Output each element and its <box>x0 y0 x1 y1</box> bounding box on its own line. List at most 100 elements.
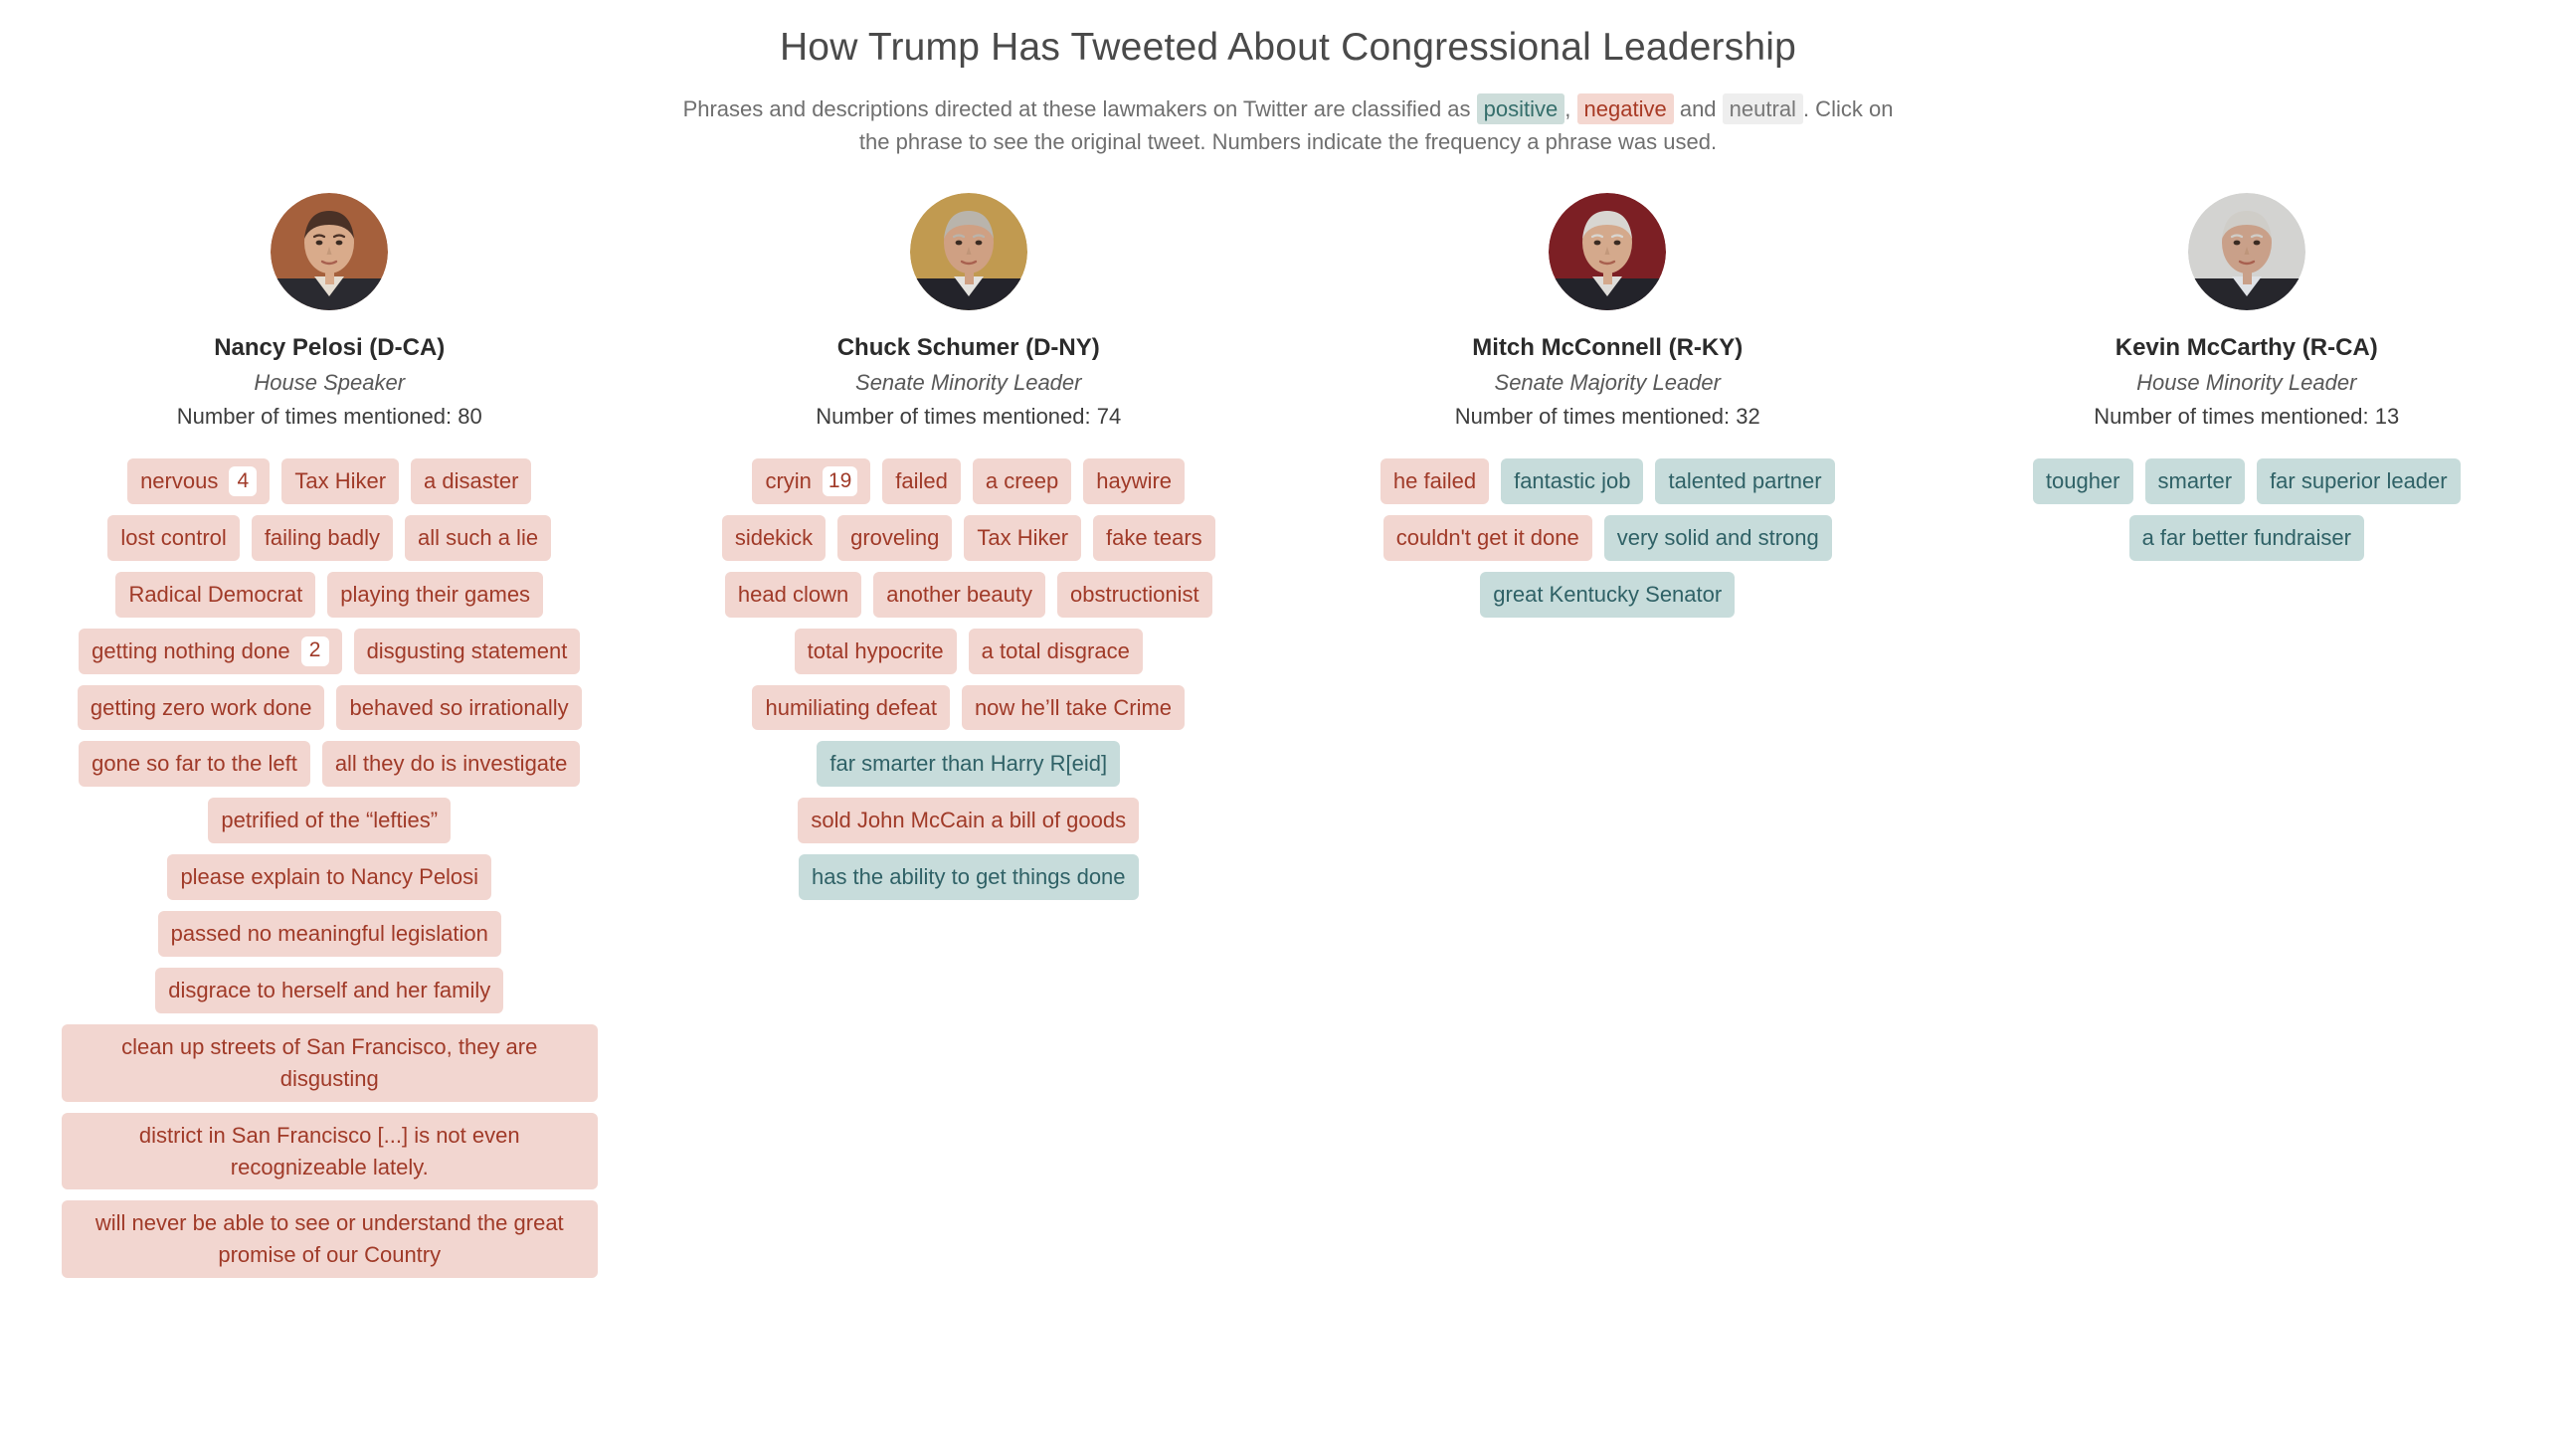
phrase-tag-label: a total disgrace <box>981 637 1130 663</box>
phrase-tag-label: tougher <box>2045 468 2120 493</box>
phrase-tag[interactable]: obstructionist <box>1056 571 1212 618</box>
phrase-tag-label: fake tears <box>1106 524 1202 550</box>
lawmaker-column: Mitch McConnell (R-KY) Senate Majority Le… <box>1288 192 1928 618</box>
phrase-tag[interactable]: fake tears <box>1093 514 1215 561</box>
legend-chip-negative[interactable]: negative <box>1576 92 1674 125</box>
subtitle-conjunction: and <box>1679 95 1717 121</box>
phrase-tag[interactable]: he failed <box>1380 458 1490 504</box>
phrase-tag[interactable]: smarter <box>2144 458 2246 504</box>
phrase-tag-label: very solid and strong <box>1616 524 1819 550</box>
phrase-tag[interactable]: failing badly <box>251 514 393 561</box>
phrase-tag-label: Tax Hiker <box>294 468 387 493</box>
phrase-tag[interactable]: cryin 19 <box>752 458 871 504</box>
phrase-tag[interactable]: sold John McCain a bill of goods <box>798 798 1140 844</box>
lawmaker-name: Nancy Pelosi (D-CA) <box>214 333 446 361</box>
phrase-tag[interactable]: a disaster <box>411 458 532 504</box>
phrase-tag-label: head clown <box>737 581 849 607</box>
phrase-tag[interactable]: very solid and strong <box>1603 514 1832 561</box>
phrase-tag[interactable]: fantastic job <box>1501 458 1644 504</box>
phrase-tag-label: groveling <box>850 524 940 550</box>
phrase-tag[interactable]: disgrace to herself and her family <box>155 968 504 1013</box>
phrase-tag-label: a disaster <box>424 468 519 493</box>
lawmaker-name: Kevin McCarthy (R-CA) <box>2115 333 2378 361</box>
phrase-tag[interactable]: all they do is investigate <box>321 741 581 788</box>
phrase-tag[interactable]: has the ability to get things done <box>798 854 1139 901</box>
legend-chip-neutral[interactable]: neutral <box>1722 92 1803 125</box>
phrase-tag[interactable]: far superior leader <box>2257 458 2461 504</box>
phrase-tag-label: sidekick <box>734 524 814 550</box>
phrase-tag[interactable]: petrified of the “lefties” <box>208 798 452 844</box>
phrase-tag[interactable]: couldn't get it done <box>1382 514 1592 561</box>
phrase-tag-list: nervous 4 Tax Hiker a disaster lost control f… <box>10 458 649 1279</box>
phrase-tag[interactable]: a creep <box>972 458 1072 504</box>
phrase-tag[interactable]: haywire <box>1083 458 1186 504</box>
phrase-tag[interactable]: far smarter than Harry R[eid] <box>817 741 1121 788</box>
lawmaker-name: Chuck Schumer (D-NY) <box>836 333 1100 361</box>
lawmaker-role: House Minority Leader <box>2136 369 2357 395</box>
phrase-tag-label: failed <box>895 468 948 493</box>
phrase-tag[interactable]: total hypocrite <box>794 628 957 674</box>
phrase-tag-label: humiliating defeat <box>765 694 937 720</box>
phrase-tag[interactable]: another beauty <box>873 571 1045 618</box>
lawmaker-mention-count: Number of times mentioned: 13 <box>2094 404 2400 430</box>
phrase-frequency-badge: 2 <box>300 635 329 666</box>
lawmaker-mention-count: Number of times mentioned: 74 <box>816 404 1122 430</box>
phrase-tag[interactable]: playing their games <box>327 571 544 618</box>
phrase-tag-label: lost control <box>120 524 227 550</box>
phrase-tag-label: failing badly <box>264 524 380 550</box>
phrase-tag[interactable]: a far better fundraiser <box>2128 514 2364 561</box>
phrase-tag[interactable]: district in San Francisco [...] is not e… <box>62 1112 598 1190</box>
phrase-tag[interactable]: talented partner <box>1655 458 1835 504</box>
phrase-tag[interactable]: lost control <box>107 514 240 561</box>
phrase-tag[interactable]: now he’ll take Crime <box>961 684 1186 731</box>
subtitle-text-lead: Phrases and descriptions directed at the… <box>682 95 1471 121</box>
lawmaker-columns: Nancy Pelosi (D-CA) House Speaker Number o… <box>0 192 2576 1279</box>
lawmaker-role: House Speaker <box>254 369 406 395</box>
lawmaker-mention-count: Number of times mentioned: 80 <box>176 404 482 430</box>
phrase-tag-label: all they do is investigate <box>334 751 568 777</box>
phrase-tag-label: petrified of the “lefties” <box>221 808 439 833</box>
phrase-tag[interactable]: getting zero work done <box>77 684 325 731</box>
phrase-tag-label: talented partner <box>1668 468 1822 493</box>
kevin-mccarthy-photo <box>2187 192 2305 310</box>
phrase-tag[interactable]: will never be able to see or understand … <box>62 1200 598 1279</box>
phrase-tag[interactable]: head clown <box>724 571 862 618</box>
phrase-tag-list: he failed fantastic job talented partner co… <box>1288 458 1928 618</box>
lawmaker-name: Mitch McConnell (R-KY) <box>1472 333 1744 361</box>
phrase-tag[interactable]: getting nothing done 2 <box>79 628 342 674</box>
phrase-tag[interactable]: disgusting statement <box>353 628 581 674</box>
phrase-tag-label: smarter <box>2157 468 2233 493</box>
phrase-tag-label: far superior leader <box>2270 468 2448 493</box>
phrase-tag[interactable]: passed no meaningful legislation <box>157 911 501 958</box>
phrase-tag[interactable]: Tax Hiker <box>281 458 400 504</box>
phrase-tag[interactable]: Radical Democrat <box>115 571 316 618</box>
phrase-tag[interactable]: sidekick <box>721 514 827 561</box>
phrase-tag[interactable]: please explain to Nancy Pelosi <box>167 854 492 901</box>
phrase-tag-label: cryin <box>765 468 812 493</box>
phrase-tag[interactable]: nervous 4 <box>127 458 271 504</box>
legend-chip-positive[interactable]: positive <box>1476 92 1565 125</box>
phrase-tag-label: has the ability to get things done <box>811 864 1126 890</box>
phrase-tag[interactable]: gone so far to the left <box>79 741 310 788</box>
page-subtitle: Phrases and descriptions directed at the… <box>671 92 1905 159</box>
phrase-tag-label: getting zero work done <box>90 694 312 720</box>
phrase-tag[interactable]: behaved so irrationally <box>336 684 582 731</box>
phrase-tag[interactable]: humiliating defeat <box>752 684 950 731</box>
phrase-tag-label: fantastic job <box>1514 468 1631 493</box>
phrase-tag[interactable]: failed <box>882 458 961 504</box>
nancy-pelosi-photo <box>271 192 389 310</box>
chuck-schumer-photo <box>909 192 1027 310</box>
phrase-tag[interactable]: great Kentucky Senator <box>1480 571 1736 618</box>
phrase-tag-label: nervous <box>140 468 219 493</box>
phrase-tag[interactable]: tougher <box>2032 458 2133 504</box>
phrase-tag-label: disgrace to herself and her family <box>168 978 491 1003</box>
phrase-tag-list: tougher smarter far superior leader a far b… <box>1928 458 2567 561</box>
phrase-tag[interactable]: a total disgrace <box>968 628 1143 674</box>
phrase-tag[interactable]: all such a lie <box>405 514 552 561</box>
phrase-tag-label: getting nothing done <box>92 637 290 663</box>
phrase-tag-label: total hypocrite <box>807 637 944 663</box>
phrase-tag[interactable]: groveling <box>837 514 953 561</box>
phrase-tag[interactable]: Tax Hiker <box>964 514 1082 561</box>
phrase-tag-label: another beauty <box>886 581 1032 607</box>
phrase-tag[interactable]: clean up streets of San Francisco, they … <box>62 1023 598 1102</box>
